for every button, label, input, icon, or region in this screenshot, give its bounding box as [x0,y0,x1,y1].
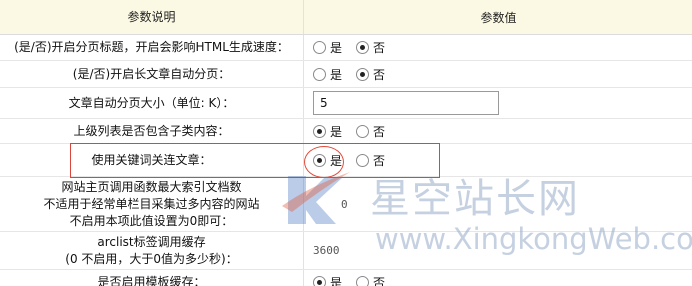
table-row: 是否启用模板缓存： 是 否 [0,270,692,286]
row-label: 上级列表是否包含子类内容： [0,119,304,143]
table-row: 上级列表是否包含子类内容： 是 否 [0,119,692,144]
table-row: (是/否)开启分页标题，开启会影响HTML生成速度： 是 否 [0,35,692,61]
row-label: arclist标签调用缓存 (0 不启用，大于0值为多少秒)： [0,232,304,269]
row-label-line: 不适用于经常单栏目采集过多内容的网站 [43,196,260,211]
radio-no-circle[interactable] [356,124,370,138]
table-row: arclist标签调用缓存 (0 不启用，大于0值为多少秒)： 3600 [0,232,692,270]
row-label-line: 网站主页调用函数最大索引文档数 [61,179,242,194]
radio-group: 是 否 [305,119,692,143]
radio-no-circle[interactable] [356,67,370,81]
radio-yes-circle[interactable] [313,275,326,286]
page-size-input[interactable] [313,91,499,115]
row-label-line: (0 不启用，大于0值为多少秒)： [65,251,238,266]
row-label: 是否启用模板缓存： [0,270,304,286]
row-label-line: 不启用本项此值设置为0即可： [69,213,234,228]
highlight-circle [304,146,344,178]
radio-yes-circle[interactable] [313,67,326,81]
radio-no-circle[interactable] [356,275,370,286]
radio-yes-label: 是 [330,124,343,139]
row-label: (是/否)开启分页标题，开启会影响HTML生成速度： [0,35,304,60]
radio-yes[interactable]: 是 [313,274,342,286]
radio-yes[interactable]: 是 [313,123,342,140]
row-label: (是/否)开启长文章自动分页： [0,61,304,87]
row-label-line: arclist标签调用缓存 [97,234,206,249]
radio-no-label: 否 [373,275,386,286]
table-row: 网站主页调用函数最大索引文档数 不适用于经常单栏目采集过多内容的网站 不启用本项… [0,177,692,232]
max-index-value[interactable]: 0 [341,198,348,211]
radio-no-circle[interactable] [356,41,370,54]
radio-yes-circle[interactable] [313,124,326,138]
radio-group: 是 否 [305,61,692,87]
radio-no-label: 否 [373,124,386,139]
radio-no-label: 否 [373,41,386,55]
radio-yes-circle[interactable] [313,41,326,54]
radio-yes[interactable]: 是 [313,66,342,83]
radio-yes-label: 是 [330,41,343,55]
table-row: (是/否)开启长文章自动分页： 是 否 [0,61,692,88]
header-param-desc: 参数说明 [0,0,304,34]
row-label: 文章自动分页大小（单位: K）： [0,88,304,118]
radio-no-label: 否 [373,67,386,82]
radio-yes[interactable]: 是 [313,39,342,56]
radio-no[interactable]: 否 [356,274,385,286]
table-header: 参数说明 参数值 [0,0,692,35]
radio-no[interactable]: 否 [356,39,385,56]
radio-group: 是 否 [305,35,692,60]
radio-yes-label: 是 [330,67,343,82]
header-param-value: 参数值 [480,10,517,25]
highlight-box [70,143,440,178]
row-label: 网站主页调用函数最大索引文档数 不适用于经常单栏目采集过多内容的网站 不启用本项… [0,177,304,231]
radio-group: 是 否 [305,270,692,286]
table-row: 文章自动分页大小（单位: K）： [0,88,692,119]
radio-yes-label: 是 [330,275,343,286]
radio-no[interactable]: 否 [356,66,385,83]
radio-no[interactable]: 否 [356,123,385,140]
arclist-cache-value[interactable]: 3600 [313,244,340,257]
